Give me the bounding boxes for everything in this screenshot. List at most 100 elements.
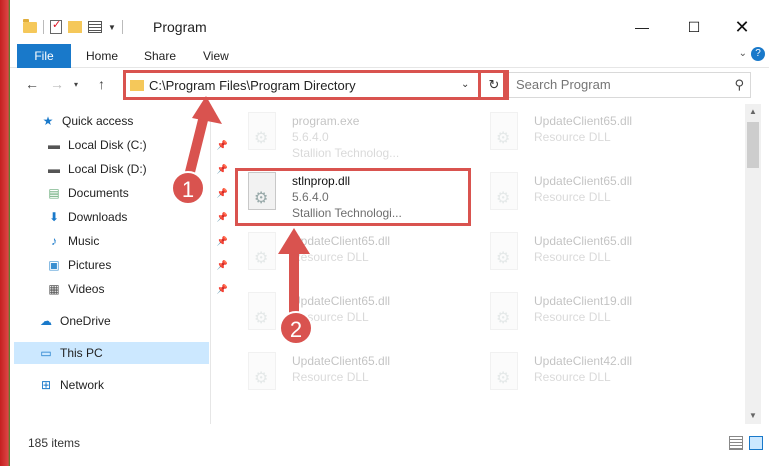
computer-icon: ▭ (40, 346, 52, 360)
file-version: 5.6.4.0 (292, 130, 329, 144)
toolbar-separator (121, 20, 123, 34)
music-icon: ♪ (51, 234, 57, 248)
scroll-thumb[interactable] (747, 122, 759, 168)
file-item[interactable]: ⚙ UpdateClient65.dll Resource DLL (486, 172, 686, 218)
file-explorer-window: ▼ Program — ☐ ✕ File Home Share View ⌄ ?… (10, 0, 769, 466)
sidebar-item-downloads[interactable]: ⬇ Downloads 📌 (46, 206, 228, 228)
view-options-icon[interactable] (88, 21, 102, 33)
dll-file-icon: ⚙ (244, 292, 280, 334)
sidebar-item-label: Local Disk (C:) (68, 138, 147, 152)
file-company: Stallion Technolog... (292, 146, 400, 160)
sidebar-item-label: Downloads (68, 210, 128, 224)
help-icon[interactable]: ? (751, 47, 765, 61)
file-item[interactable]: ⚙ UpdateClient65.dll Resource DLL (244, 232, 444, 278)
file-description: Resource DLL (534, 190, 611, 204)
status-bar: 185 items (10, 432, 769, 454)
sidebar-item-quick-access[interactable]: ★ Quick access (40, 110, 134, 132)
file-name: UpdateClient65.dll (534, 174, 633, 188)
toolbar-separator (43, 20, 44, 34)
search-input[interactable] (516, 77, 716, 92)
sidebar-item-label: Music (68, 234, 100, 248)
dll-file-icon: ⚙ (486, 112, 522, 154)
sidebar-item-label: OneDrive (60, 314, 111, 328)
sidebar-item-label: Local Disk (D:) (68, 162, 147, 176)
minimize-button[interactable]: — (619, 12, 665, 42)
dll-file-icon: ⚙ (244, 232, 280, 274)
sidebar-item-label: Videos (68, 282, 105, 296)
new-folder-icon[interactable] (68, 21, 82, 33)
file-item[interactable]: ⚙ UpdateClient42.dll Resource DLL (486, 352, 686, 398)
sidebar-item-music[interactable]: ♪ Music 📌 (46, 230, 228, 252)
file-description: Resource DLL (292, 250, 369, 264)
forward-button[interactable]: → (50, 76, 64, 92)
navigation-pane: ★ Quick access ▬ Local Disk (C:) 📌 ▬ Loc… (10, 104, 228, 430)
details-view-icon[interactable] (729, 436, 743, 450)
file-description: Resource DLL (534, 370, 611, 384)
tab-share[interactable]: Share (144, 44, 176, 68)
file-item[interactable]: ⚙ program.exe 5.6.4.0 Stallion Technolog… (244, 112, 444, 160)
pictures-icon: ▣ (48, 258, 60, 272)
file-name: UpdateClient65.dll (292, 234, 391, 248)
file-name: program.exe (292, 114, 360, 128)
ribbon-tabs: File Home Share View ⌄ ? (10, 44, 769, 68)
quick-access-toolbar: ▼ (23, 18, 123, 36)
exe-file-icon: ⚙ (244, 112, 280, 154)
file-description: Resource DLL (292, 370, 369, 384)
file-description: Resource DLL (534, 130, 611, 144)
sidebar-item-label: This PC (60, 346, 103, 360)
file-name: UpdateClient19.dll (534, 294, 633, 308)
search-icon[interactable]: ⚲ (734, 77, 744, 93)
customize-toolbar-icon[interactable]: ▼ (108, 23, 116, 32)
window-title: Program (153, 19, 207, 35)
refresh-highlight (478, 70, 506, 100)
dll-file-icon: ⚙ (244, 352, 280, 394)
close-button[interactable]: ✕ (719, 12, 765, 42)
file-item[interactable]: ⚙ UpdateClient65.dll Resource DLL (244, 292, 444, 338)
file-description: Resource DLL (534, 250, 611, 264)
file-list: ⚙ program.exe 5.6.4.0 Stallion Technolog… (216, 104, 746, 426)
sidebar-item-label: Documents (68, 186, 129, 200)
sidebar-item-label: Network (60, 378, 105, 392)
tab-file[interactable]: File (17, 44, 71, 68)
sidebar-item-label: Pictures (68, 258, 112, 272)
sidebar-item-videos[interactable]: ▦ Videos 📌 (46, 278, 228, 300)
tab-view[interactable]: View (203, 44, 229, 68)
scroll-down-button[interactable]: ▼ (745, 408, 761, 424)
sidebar-item-onedrive[interactable]: ☁ OneDrive (38, 310, 111, 332)
dll-file-icon: ⚙ (486, 172, 522, 214)
dll-file-icon: ⚙ (486, 232, 522, 274)
videos-icon: ▦ (48, 282, 60, 296)
file-item[interactable]: ⚙ UpdateClient65.dll Resource DLL (244, 352, 444, 398)
large-icons-view-icon[interactable] (749, 436, 763, 450)
file-name: UpdateClient65.dll (534, 234, 633, 248)
file-name: UpdateClient42.dll (534, 354, 633, 368)
up-button[interactable]: ↑ (98, 76, 105, 92)
back-button[interactable]: ← (25, 76, 39, 92)
drive-icon: ▬ (48, 162, 60, 176)
recent-locations-button[interactable]: ▾ (74, 80, 78, 89)
sidebar-item-this-pc[interactable]: ▭ This PC (38, 342, 103, 364)
file-item[interactable]: ⚙ UpdateClient65.dll Resource DLL (486, 232, 686, 278)
sidebar-item-pictures[interactable]: ▣ Pictures 📌 (46, 254, 228, 276)
file-name: UpdateClient65.dll (534, 114, 633, 128)
tab-home[interactable]: Home (86, 44, 118, 68)
star-icon: ★ (42, 114, 54, 128)
documents-icon: ▤ (48, 186, 60, 200)
item-count: 185 items (28, 436, 81, 450)
step-badge-2: 2 (279, 311, 313, 345)
expand-ribbon-icon[interactable]: ⌄ (739, 48, 747, 59)
dll-file-icon: ⚙ (486, 352, 522, 394)
step-badge-1: 1 (171, 171, 205, 205)
file-item[interactable]: ⚙ UpdateClient65.dll Resource DLL (486, 112, 686, 158)
search-box[interactable]: ⚲ (507, 72, 751, 98)
properties-icon[interactable] (50, 18, 62, 34)
vertical-scrollbar[interactable]: ▲ ▼ (745, 104, 761, 424)
file-name: UpdateClient65.dll (292, 354, 391, 368)
onedrive-icon: ☁ (40, 314, 52, 328)
maximize-button[interactable]: ☐ (671, 12, 717, 42)
sidebar-item-local-disk-c[interactable]: ▬ Local Disk (C:) 📌 (46, 134, 228, 156)
sidebar-item-network[interactable]: ⊞ Network (38, 374, 104, 396)
pane-divider[interactable] (210, 104, 211, 424)
file-item[interactable]: ⚙ UpdateClient19.dll Resource DLL (486, 292, 686, 338)
scroll-up-button[interactable]: ▲ (745, 104, 761, 120)
